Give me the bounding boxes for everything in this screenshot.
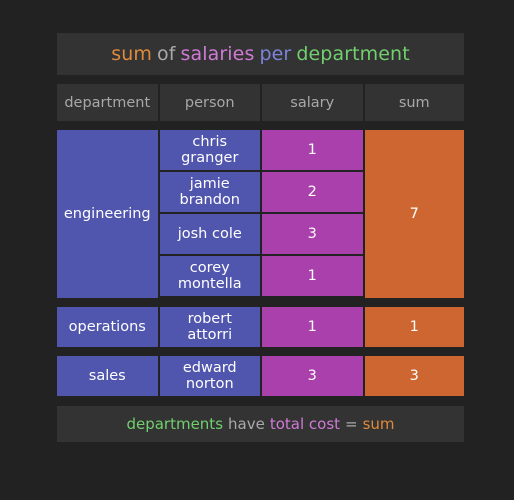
footer-token-departments: departments (126, 415, 224, 433)
person-cell[interactable]: edward norton (159, 356, 260, 396)
salary-cell[interactable]: 3 (262, 356, 363, 396)
footer-token-total-cost: total cost (269, 415, 341, 433)
column-header-department[interactable]: department (57, 84, 158, 121)
salary-cell[interactable]: 2 (262, 172, 363, 212)
salary-column: 1 2 3 1 (262, 130, 363, 298)
department-cell[interactable]: sales (57, 356, 158, 396)
salary-column: 3 (262, 356, 363, 396)
title-token-department: department (296, 43, 410, 65)
person-cell[interactable]: corey montella (159, 256, 260, 296)
person-cell[interactable]: josh cole (159, 214, 260, 254)
department-cell[interactable]: engineering (57, 130, 158, 298)
query-result-panel: sum of salaries per department department pe… (57, 33, 464, 442)
query-footer-bar: departments have total cost = sum (57, 406, 464, 442)
group-engineering: engineering chris granger jamie brandon … (57, 130, 464, 298)
department-cell[interactable]: operations (57, 307, 158, 347)
sum-cell[interactable]: 7 (364, 130, 464, 298)
sum-cell[interactable]: 1 (364, 307, 464, 347)
footer-token-sum: sum (362, 415, 395, 433)
salary-cell[interactable]: 1 (262, 130, 363, 170)
title-token-sum: sum (111, 43, 152, 65)
person-cell[interactable]: robert attorri (159, 307, 260, 347)
title-token-of: of (157, 43, 176, 65)
column-header-sum[interactable]: sum (364, 84, 464, 121)
footer-token-have: have (228, 415, 265, 433)
person-cell[interactable]: jamie brandon (159, 172, 260, 212)
person-column: chris granger jamie brandon josh cole co… (159, 130, 260, 298)
salary-cell[interactable]: 1 (262, 307, 363, 347)
person-cell[interactable]: chris granger (159, 130, 260, 170)
person-column: robert attorri (159, 307, 260, 347)
title-token-per: per (259, 43, 292, 65)
column-header-person[interactable]: person (159, 84, 260, 121)
group-sales: sales edward norton 3 3 (57, 356, 464, 396)
title-token-salaries: salaries (180, 43, 255, 65)
query-title-bar: sum of salaries per department (57, 33, 464, 75)
sum-cell[interactable]: 3 (364, 356, 464, 396)
salary-column: 1 (262, 307, 363, 347)
footer-token-equals: = (345, 415, 358, 433)
column-header-salary[interactable]: salary (262, 84, 363, 121)
group-operations: operations robert attorri 1 1 (57, 307, 464, 347)
person-column: edward norton (159, 356, 260, 396)
column-header-row: department person salary sum (57, 84, 464, 121)
salary-cell[interactable]: 1 (262, 256, 363, 296)
salary-cell[interactable]: 3 (262, 214, 363, 254)
